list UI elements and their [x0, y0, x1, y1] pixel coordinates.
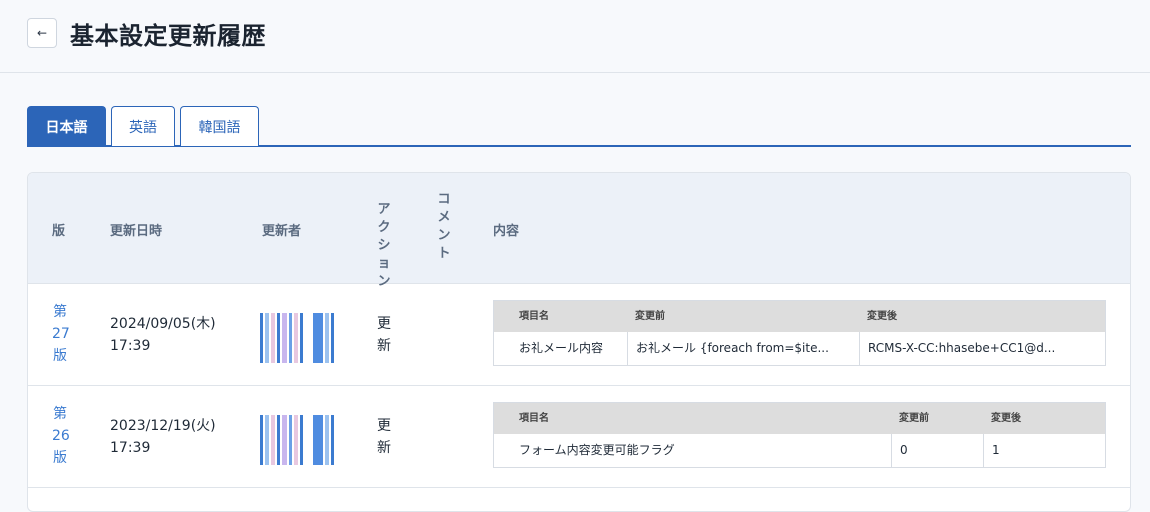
- diff-header-after: 変更後: [867, 311, 897, 322]
- diff-cell-item: フォーム内容変更可能フラグ: [519, 443, 675, 457]
- version-link[interactable]: 第26版: [52, 403, 70, 469]
- diff-header-after: 変更後: [991, 413, 1021, 424]
- arrow-left-icon: ←: [36, 26, 48, 40]
- update-date: 2024/09/05(木): [110, 316, 216, 332]
- diff-header-item: 項目名: [519, 311, 549, 322]
- update-time: 17:39: [110, 338, 151, 354]
- diff-cell-item: お礼メール内容: [519, 341, 604, 355]
- tab-japanese[interactable]: 日本語: [27, 106, 106, 146]
- update-time: 17:39: [110, 440, 151, 456]
- column-header-updater: 更新者: [262, 224, 302, 239]
- language-tabs: 日本語 英語 韓国語: [27, 106, 1131, 147]
- action-label: 更新: [377, 316, 391, 354]
- column-header-comment: コメント: [437, 192, 451, 261]
- back-button[interactable]: ←: [27, 18, 57, 48]
- column-header-action: アクション: [377, 202, 391, 289]
- tab-korean[interactable]: 韓国語: [180, 106, 259, 146]
- diff-cell-before: お礼メール {foreach from=$ite...: [627, 332, 859, 365]
- update-datetime: 2024/09/05(木) 17:39: [110, 313, 216, 357]
- update-datetime: 2023/12/19(火) 17:39: [110, 415, 216, 459]
- history-table: 版 更新日時 更新者 アクション コメント 内容 第27版 2024/09/05…: [27, 172, 1131, 512]
- column-header-datetime: 更新日時: [110, 224, 163, 239]
- table-row: 第27版 2024/09/05(木) 17:39 更新 項目名 変更前 変更後: [28, 284, 1130, 386]
- diff-cell-before: 0: [891, 434, 983, 467]
- action-label: 更新: [377, 418, 391, 456]
- column-header-version: 版: [52, 224, 66, 239]
- diff-header-before: 変更前: [635, 311, 665, 322]
- tab-english[interactable]: 英語: [111, 106, 175, 146]
- update-date: 2023/12/19(火): [110, 418, 216, 434]
- diff-header: 項目名 変更前 変更後: [494, 403, 1105, 434]
- diff-table: 項目名 変更前 変更後 フォーム内容変更可能フラグ 0 1: [493, 402, 1106, 468]
- diff-cell-after: RCMS-X-CC:hhasebe+CC1@d...: [859, 332, 1105, 365]
- page-title: 基本設定更新履歴: [70, 22, 266, 50]
- diff-header-before: 変更前: [899, 413, 929, 424]
- table-row: 第26版 2023/12/19(火) 17:39 更新 項目名 変更前 変更後: [28, 386, 1130, 488]
- page-header: ← 基本設定更新履歴: [0, 0, 1150, 73]
- updater-avatar: [260, 313, 336, 363]
- version-link[interactable]: 第27版: [52, 301, 70, 367]
- diff-header: 項目名 変更前 変更後: [494, 301, 1105, 332]
- diff-table: 項目名 変更前 変更後 お礼メール内容 お礼メール {foreach from=…: [493, 300, 1106, 366]
- updater-avatar: [260, 415, 336, 465]
- column-header-content: 内容: [493, 224, 520, 239]
- diff-header-item: 項目名: [519, 413, 549, 424]
- table-header: 版 更新日時 更新者 アクション コメント 内容: [28, 173, 1130, 289]
- diff-cell-after: 1: [983, 434, 1105, 467]
